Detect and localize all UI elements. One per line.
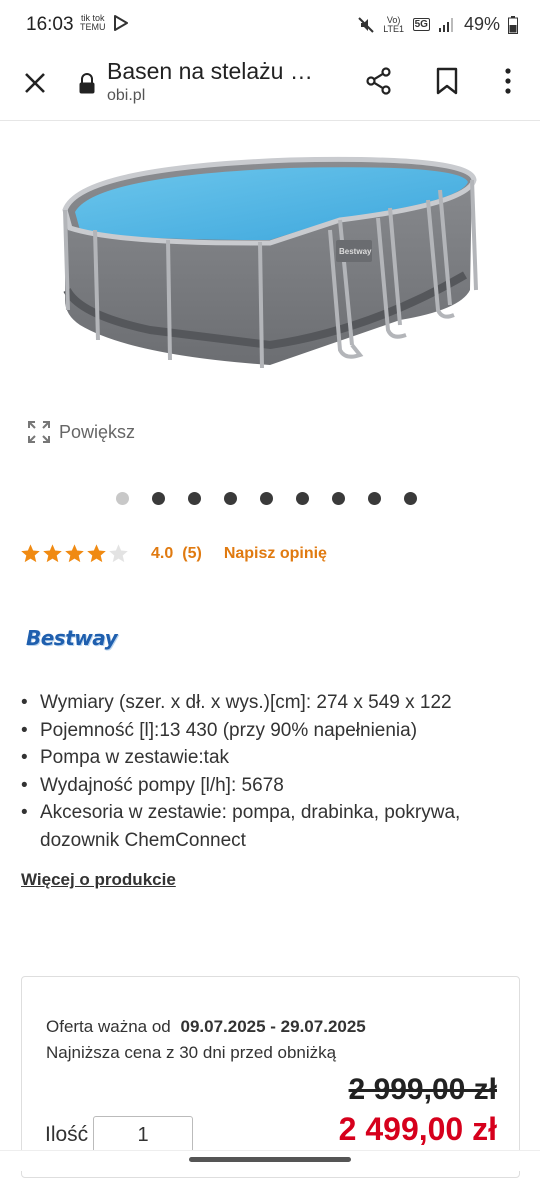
status-bar: 16:03 tik tok TEMU Vo) LTE1 5G 49% [0, 0, 540, 50]
lowest-price-note: Najniższa cena z 30 dni przed obniżką [46, 1043, 337, 1062]
status-right: Vo) LTE1 5G 49% [357, 14, 518, 35]
gallery-dot[interactable] [404, 492, 417, 505]
feature-list: Wymiary (szer. x dł. x wys.)[cm]: 274 x … [20, 689, 510, 854]
battery-icon [508, 15, 518, 34]
page-title[interactable]: Basen na stelażu … [107, 58, 313, 85]
lock-icon [79, 73, 95, 94]
quantity-input[interactable] [93, 1116, 193, 1154]
brand-logo[interactable]: Bestway [26, 626, 118, 650]
feature-item: Pompa w zestawie:tak [20, 744, 510, 772]
offer-valid-dates: 09.07.2025 - 29.07.2025 [180, 1017, 366, 1036]
write-review-link[interactable]: Napisz opinię [224, 545, 327, 563]
share-icon[interactable] [364, 66, 394, 96]
home-gesture-handle[interactable] [189, 1157, 351, 1162]
bookmark-icon[interactable] [434, 66, 460, 96]
feature-item: Pojemność [l]:13 430 (przy 90% napełnien… [20, 717, 510, 745]
gallery-dot[interactable] [116, 492, 129, 505]
star-filled-icon [87, 544, 106, 563]
status-time: 16:03 [26, 14, 74, 35]
product-image[interactable]: Bestway [40, 140, 500, 380]
rating-value: 4.0 [151, 544, 174, 562]
page-domain[interactable]: obi.pl [107, 87, 145, 105]
more-about-product-link[interactable]: Więcej o produkcie [21, 870, 176, 890]
offer-valid-label: Oferta ważna od [46, 1017, 171, 1036]
signal-icon [438, 17, 453, 32]
more-options-icon[interactable] [498, 66, 518, 96]
star-filled-icon [21, 544, 40, 563]
gallery-dots [116, 492, 417, 505]
feature-item: Akcesoria w zestawie: pompa, drabinka, p… [20, 799, 510, 854]
tiktok-temu-icon: tik tok TEMU [80, 14, 106, 32]
rating-count[interactable]: (5) [182, 545, 202, 563]
rating-row: 4.0 (5) Napisz opinię [20, 543, 327, 564]
gallery-dot[interactable] [368, 492, 381, 505]
browser-toolbar: Basen na stelażu … obi.pl [0, 50, 540, 121]
star-filled-icon [65, 544, 84, 563]
close-icon[interactable] [20, 68, 50, 98]
status-left-icons: tik tok TEMU [80, 14, 130, 32]
feature-item: Wymiary (szer. x dł. x wys.)[cm]: 274 x … [20, 689, 510, 717]
zoom-button[interactable]: Powiększ [27, 420, 135, 444]
network-5g-label: 5G [412, 18, 430, 31]
offer-box: Oferta ważna od 09.07.2025 - 29.07.2025 … [21, 976, 520, 1178]
old-price: 2 999,00 zł [348, 1073, 497, 1106]
new-price: 2 499,00 zł [338, 1111, 497, 1147]
offer-validity: Oferta ważna od 09.07.2025 - 29.07.2025 [46, 1017, 366, 1037]
zoom-label: Powiększ [59, 421, 136, 442]
system-nav-bar [0, 1150, 540, 1171]
rating-stars [20, 543, 129, 564]
gallery-dot[interactable] [188, 492, 201, 505]
feature-item: Wydajność pompy [l/h]: 5678 [20, 772, 510, 800]
svg-text:Bestway: Bestway [339, 247, 372, 256]
battery-percent: 49% [463, 14, 500, 34]
gallery-dot[interactable] [152, 492, 165, 505]
quantity-label: Ilość [45, 1123, 89, 1146]
gallery-dot[interactable] [260, 492, 273, 505]
star-empty-icon [109, 544, 128, 563]
temu-label: TEMU [80, 22, 106, 32]
star-filled-icon [43, 544, 62, 563]
mute-icon [357, 16, 374, 33]
play-icon [113, 15, 128, 31]
gallery-dot[interactable] [296, 492, 309, 505]
expand-icon [28, 421, 50, 443]
gallery-dot[interactable] [332, 492, 345, 505]
volte-label: Vo) LTE1 [383, 14, 405, 34]
gallery-dot[interactable] [224, 492, 237, 505]
